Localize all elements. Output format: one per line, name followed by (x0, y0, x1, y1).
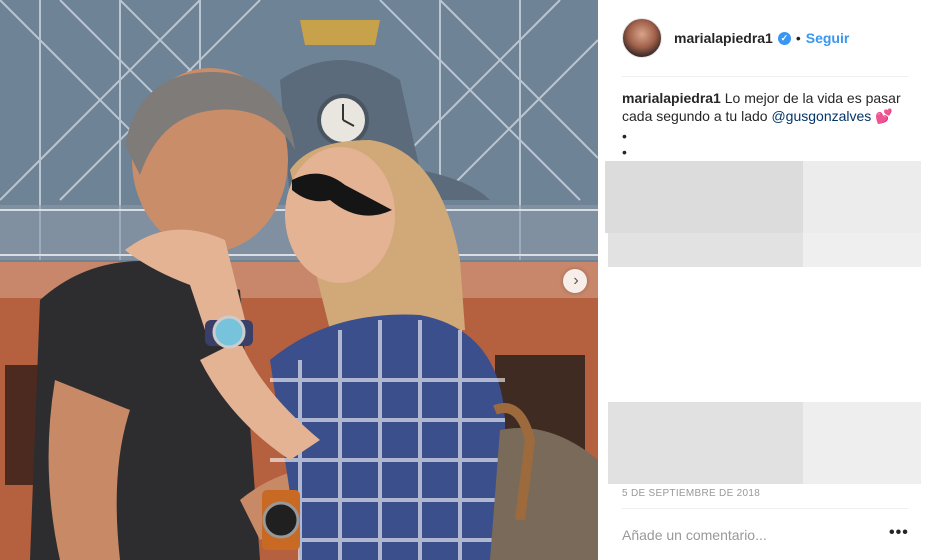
post-side-panel: marialapiedra1 ✓ • Seguir marialapiedra1… (598, 0, 931, 560)
next-photo-button[interactable]: › (563, 269, 587, 293)
header-divider (622, 76, 908, 77)
blurred-comments-region (608, 402, 803, 484)
post-date: 5 DE SEPTIEMBRE DE 2018 (622, 488, 761, 499)
caption-bullet: • (622, 144, 627, 160)
caption-bullet: • (622, 128, 627, 144)
chevron-right-icon: › (573, 272, 579, 289)
header-separator: • (795, 30, 801, 46)
caption-mention-link[interactable]: @gusgonzalves (771, 108, 871, 124)
post-photo[interactable]: › (0, 0, 598, 560)
photo-illustration (0, 0, 598, 560)
caption-bullets: • • (622, 128, 912, 160)
verified-badge-icon: ✓ (777, 31, 791, 45)
blurred-comments-region (608, 233, 803, 267)
blurred-comments-region (803, 233, 921, 267)
more-options-icon[interactable]: ••• (889, 524, 909, 542)
follow-button[interactable]: Seguir (806, 30, 850, 46)
caption-emoji: 💕 (875, 108, 893, 124)
post-header: marialapiedra1 ✓ • Seguir (622, 16, 912, 60)
blurred-comments-region (803, 402, 921, 484)
post-caption: marialapiedra1 Lo mejor de la vida es pa… (622, 89, 912, 160)
avatar[interactable] (622, 18, 662, 58)
caption-username-link[interactable]: marialapiedra1 (622, 90, 721, 106)
comment-divider (622, 508, 908, 509)
username-link[interactable]: marialapiedra1 (674, 30, 773, 46)
blurred-comments-region (803, 161, 921, 233)
blurred-comments-region (605, 161, 803, 233)
comment-input[interactable] (622, 524, 872, 546)
